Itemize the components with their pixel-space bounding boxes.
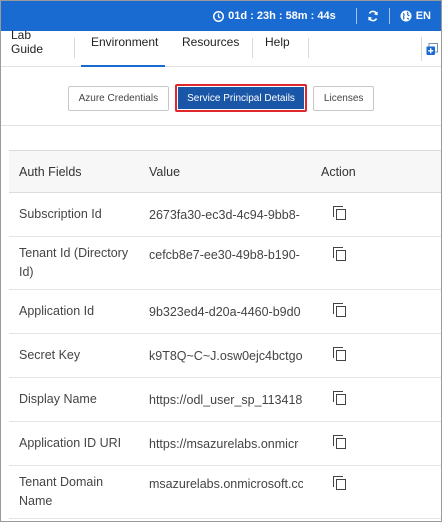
field-name: Application ID URI: [9, 421, 137, 466]
field-name: Subscription Id: [9, 192, 137, 237]
header-action: Action: [303, 150, 441, 193]
copy-button[interactable]: [303, 333, 441, 378]
field-value[interactable]: 2673fa30-ec3d-4c94-9bb8-: [137, 192, 303, 237]
copy-button[interactable]: [303, 192, 441, 237]
clock-icon: [213, 10, 225, 22]
tab-label: Resources: [182, 35, 240, 49]
licenses-button[interactable]: Licenses: [312, 85, 375, 111]
copy-button[interactable]: [303, 236, 441, 290]
copy-icon[interactable]: [333, 391, 347, 405]
field-value[interactable]: cefcb8e7-ee30-49b8-b190-: [137, 236, 303, 290]
copy-icon[interactable]: [333, 476, 347, 490]
table-row: Display Name https://odl_user_sp_113418: [9, 377, 441, 422]
field-name: Display Name: [9, 377, 137, 422]
split-window-button[interactable]: [421, 37, 441, 61]
copy-icon[interactable]: [333, 206, 347, 220]
field-value[interactable]: k9T8Q~C~J.osw0ejc4bctgo: [137, 333, 303, 378]
copy-button[interactable]: [303, 377, 441, 422]
field-name: Secret Key: [9, 333, 137, 378]
refresh-icon[interactable]: [367, 10, 379, 22]
copy-button[interactable]: [303, 289, 441, 334]
field-value[interactable]: https://odl_user_sp_113418: [137, 377, 303, 422]
table-header-row: Auth Fields Value Action: [9, 150, 441, 193]
table-row: Application Id 9b323ed4-d20a-4460-b9d0: [9, 289, 441, 334]
environment-subnav: Azure Credentials Service Principal Deta…: [1, 67, 441, 125]
tab-label: Environment: [91, 35, 159, 49]
tab-label: Lab Guide: [11, 28, 44, 56]
tab-help[interactable]: Help: [253, 30, 309, 66]
app-frame: 01d : 23h : 58m : 44s EN Lab Guide Envir…: [0, 0, 442, 522]
tab-lab-guide[interactable]: Lab Guide: [1, 28, 75, 66]
language-label: EN: [415, 10, 431, 22]
copy-icon[interactable]: [333, 247, 347, 261]
header-value: Value: [137, 150, 303, 193]
table-row: Subscription Id 2673fa30-ec3d-4c94-9bb8-: [9, 192, 441, 237]
lab-timer: 01d : 23h : 58m : 44s: [213, 10, 336, 22]
service-principal-table: Auth Fields Value Action Subscription Id…: [9, 150, 441, 519]
split-window-icon: [426, 42, 438, 55]
field-name: Tenant Domain Name: [9, 465, 137, 519]
table-row: Application ID URI https://msazurelabs.o…: [9, 421, 441, 466]
service-principal-details-button[interactable]: Service Principal Details: [175, 84, 307, 112]
table-row: Tenant Domain Name msazurelabs.onmicroso…: [9, 465, 441, 519]
field-name: Tenant Id (Directory Id): [9, 236, 137, 290]
tab-label: Help: [265, 35, 290, 49]
table-row: Tenant Id (Directory Id) cefcb8e7-ee30-4…: [9, 236, 441, 290]
field-value[interactable]: msazurelabs.onmicrosoft.cc: [137, 465, 303, 519]
table-row: Secret Key k9T8Q~C~J.osw0ejc4bctgo: [9, 333, 441, 378]
field-value[interactable]: https://msazurelabs.onmicr: [137, 421, 303, 466]
copy-button[interactable]: [303, 421, 441, 466]
top-bar: 01d : 23h : 58m : 44s EN: [1, 1, 441, 31]
credentials-table-container: Auth Fields Value Action Subscription Id…: [9, 150, 441, 519]
section-divider: [1, 125, 441, 126]
topbar-divider: [388, 8, 390, 24]
copy-icon[interactable]: [333, 303, 347, 317]
tab-resources[interactable]: Resources: [169, 30, 253, 66]
header-auth-fields: Auth Fields: [9, 150, 137, 193]
main-nav: Lab Guide Environment Resources Help: [1, 28, 441, 67]
globe-icon: [400, 10, 412, 22]
copy-icon[interactable]: [333, 435, 347, 449]
language-selector[interactable]: EN: [400, 10, 431, 22]
azure-credentials-button[interactable]: Azure Credentials: [67, 85, 170, 111]
tab-environment[interactable]: Environment: [81, 30, 165, 67]
copy-icon[interactable]: [333, 347, 347, 361]
field-value[interactable]: 9b323ed4-d20a-4460-b9d0: [137, 289, 303, 334]
timer-text: 01d : 23h : 58m : 44s: [228, 10, 336, 22]
field-name: Application Id: [9, 289, 137, 334]
copy-button[interactable]: [303, 465, 441, 519]
topbar-divider: [355, 8, 357, 24]
